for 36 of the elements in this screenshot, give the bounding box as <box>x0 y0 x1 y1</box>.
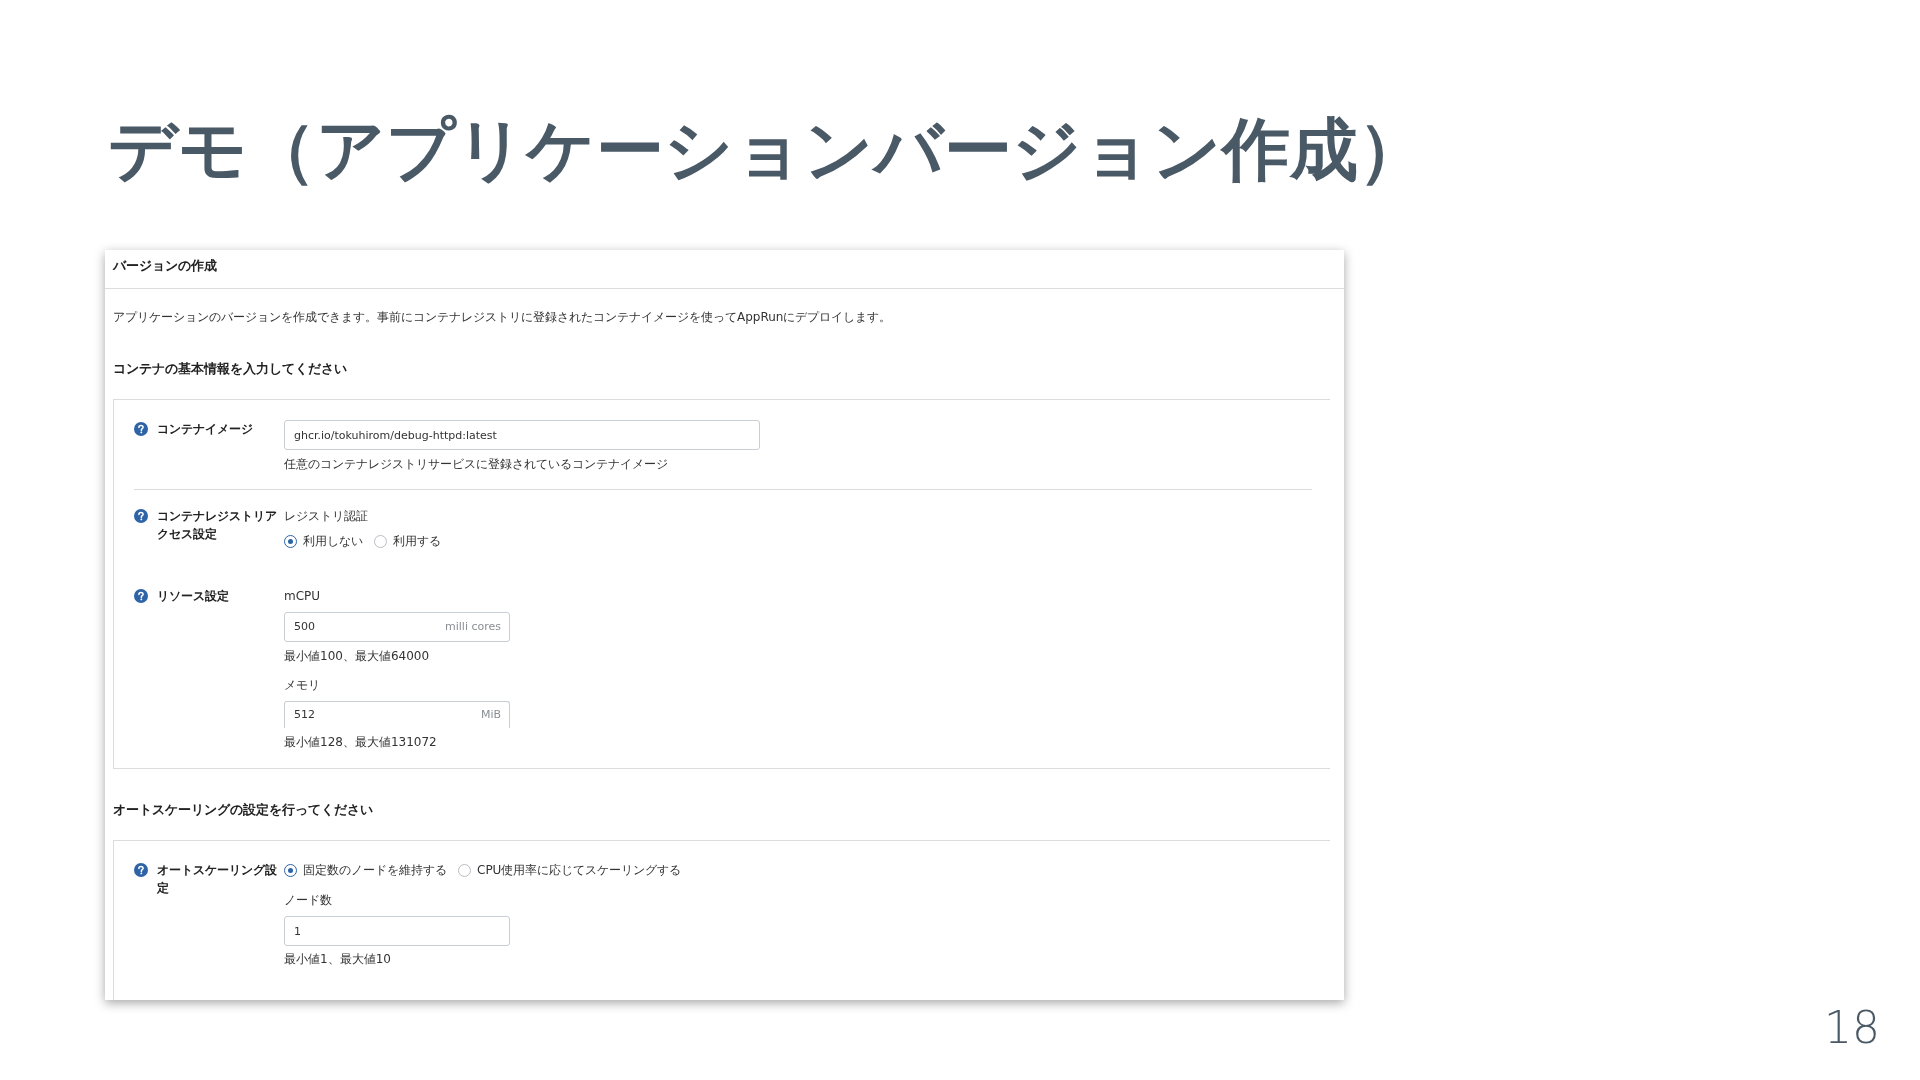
panel-title: バージョンの作成 <box>105 250 1344 289</box>
radio-button[interactable] <box>284 863 297 877</box>
help-icon[interactable] <box>134 589 148 603</box>
unit-label: milli cores <box>445 618 501 635</box>
input-field[interactable]: ghcr.io/tokuhirom/debug-httpd:latest <box>284 420 760 450</box>
radio-label[interactable]: 利用する <box>393 532 441 550</box>
field-label: コンテナイメージ <box>157 421 254 438</box>
radio-label[interactable]: 固定数のノードを維持する <box>303 861 447 879</box>
radio-label[interactable]: 利用しない <box>303 532 363 550</box>
section-heading: コンテナの基本情報を入力してください <box>113 360 347 378</box>
input-label: mCPU <box>284 588 321 605</box>
field-label: コンテナレジストリアクセス設定 <box>157 508 278 543</box>
input-label: メモリ <box>284 677 320 694</box>
radio-button[interactable] <box>458 863 471 877</box>
number-field[interactable]: 500 milli cores <box>284 612 510 642</box>
input-label: ノード数 <box>284 892 332 909</box>
radio-label[interactable]: CPU使用率に応じてスケーリングする <box>477 861 682 879</box>
description-text: アプリケーションのバージョンを作成できます。事前にコンテナレジストリに登録されたコンテナイメージを使ってAppRunにデプロイします。 <box>113 309 892 325</box>
slide-title: デモ（アプリケーションバージョン作成） <box>108 109 1426 191</box>
field-label: オートスケーリング設定 <box>157 862 278 897</box>
radio-button[interactable] <box>284 534 297 548</box>
field-label: リソース設定 <box>157 588 230 605</box>
section-heading: オートスケーリングの設定を行ってください <box>113 801 373 819</box>
input-label: レジストリ認証 <box>284 508 368 525</box>
help-text: 任意のコンテナレジストリサービスに登録されているコンテナイメージ <box>284 456 668 472</box>
radio-button[interactable] <box>374 534 387 548</box>
help-icon[interactable] <box>134 509 148 523</box>
help-text: 最小値1、最大値10 <box>284 951 391 967</box>
help-icon[interactable] <box>134 422 148 436</box>
page-number: 18 <box>1824 1002 1880 1053</box>
unit-label: MiB <box>480 706 501 723</box>
help-icon[interactable] <box>134 863 148 877</box>
input-field[interactable]: 1 <box>284 916 510 946</box>
help-text: 最小値128、最大値131072 <box>284 734 437 750</box>
number-field[interactable]: 512 MiB <box>284 701 510 728</box>
help-text: 最小値100、最大値64000 <box>284 648 430 664</box>
